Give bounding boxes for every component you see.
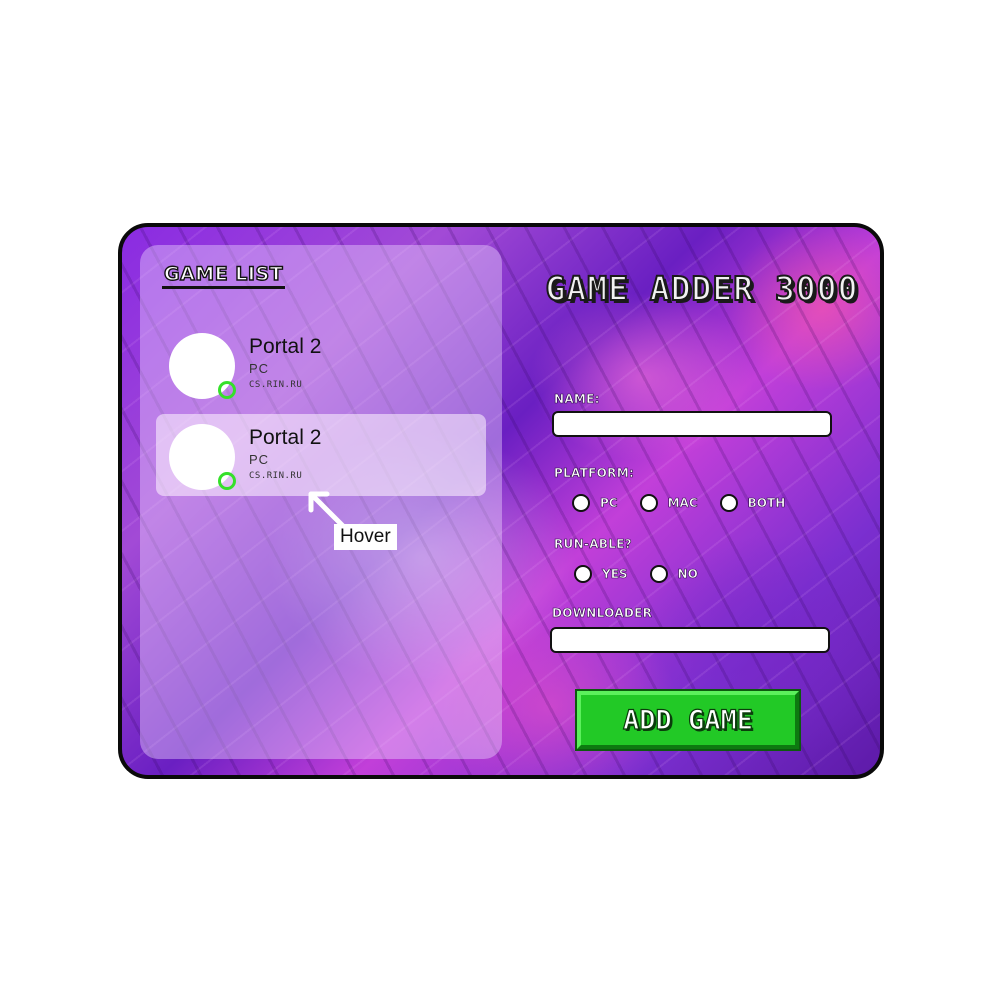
name-label: NAME:	[554, 392, 600, 407]
radio-label: YES	[602, 567, 628, 582]
radio-label: NO	[677, 567, 698, 582]
game-list-item[interactable]: Portal 2 PC CS.RIN.RU	[156, 323, 486, 405]
online-status-icon	[218, 381, 236, 399]
platform-label: PLATFORM:	[554, 466, 635, 481]
hover-annotation: Hover	[334, 524, 397, 550]
game-list-item-hovered[interactable]: Portal 2 PC CS.RIN.RU	[156, 414, 486, 496]
add-game-button[interactable]: ADD GAME	[575, 689, 801, 751]
platform-option-both[interactable]: BOTH	[719, 494, 786, 512]
radio-button[interactable]	[572, 494, 590, 512]
radio-label: MAC	[667, 496, 698, 511]
game-source: CS.RIN.RU	[249, 380, 303, 390]
runnable-option-no[interactable]: NO	[649, 565, 698, 583]
game-title: Portal 2	[249, 426, 322, 449]
runnable-radio-group: YES NO	[574, 565, 720, 583]
app-title: GAME ADDER 3000	[544, 268, 859, 309]
radio-label: PC	[600, 496, 618, 511]
platform-option-pc[interactable]: PC	[572, 494, 618, 512]
radio-button[interactable]	[574, 565, 592, 583]
runnable-option-yes[interactable]: YES	[574, 565, 628, 583]
radio-label: BOTH	[747, 496, 786, 511]
game-platform: PC	[249, 452, 270, 467]
radio-button[interactable]	[649, 565, 668, 583]
name-input[interactable]	[552, 411, 832, 437]
game-platform: PC	[249, 361, 270, 376]
online-status-icon	[218, 472, 236, 490]
game-adder-card: GAME LIST Portal 2 PC CS.RIN.RU Portal 2…	[118, 223, 884, 779]
radio-button[interactable]	[719, 494, 738, 512]
downloader-label: DOWNLOADER	[552, 606, 653, 621]
game-source: CS.RIN.RU	[249, 471, 303, 481]
platform-option-mac[interactable]: MAC	[639, 494, 698, 512]
platform-radio-group: PC MAC BOTH	[572, 494, 807, 512]
game-title: Portal 2	[249, 335, 322, 358]
runnable-label: RUN-ABLE?	[554, 537, 632, 552]
downloader-input[interactable]	[550, 627, 830, 653]
game-list-title: GAME LIST	[162, 262, 286, 289]
radio-button[interactable]	[639, 494, 658, 512]
